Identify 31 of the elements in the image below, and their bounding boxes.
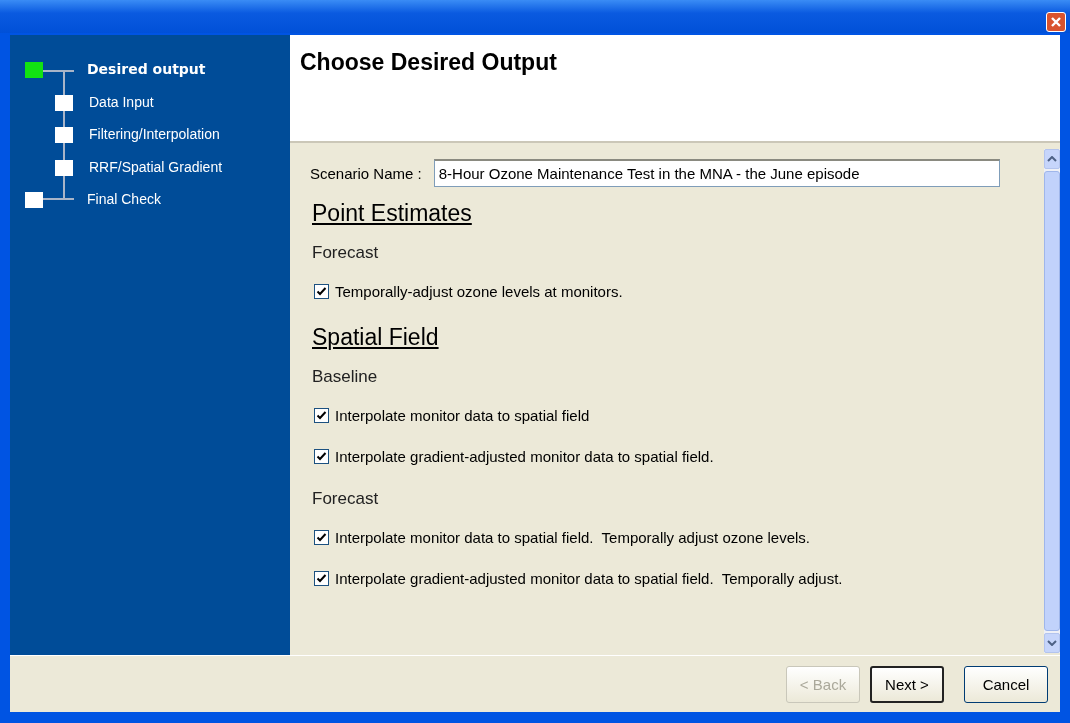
- wizard-button[interactable]: Cancel: [964, 665, 1048, 703]
- step-label: RRF/Spatial Gradient: [89, 158, 223, 175]
- group-label: Forecast: [312, 489, 380, 509]
- step-label: Desired output: [87, 61, 206, 77]
- checkbox-label: Interpolate monitor data to spatial field: [335, 407, 590, 424]
- checkbox-label: Temporally-adjust ozone levels at monitors.: [335, 283, 623, 300]
- checkbox-label: Interpolate monitor data to spatial field. Temporally adjust ozone levels.: [335, 529, 810, 546]
- close-icon: [1050, 15, 1062, 28]
- checkbox[interactable]: [314, 449, 329, 464]
- step-label: Data Input: [89, 93, 154, 110]
- checkbox[interactable]: [314, 571, 329, 586]
- checkbox[interactable]: [314, 408, 329, 423]
- chevron-up-icon: [1047, 156, 1057, 162]
- group-label: Baseline: [312, 367, 379, 387]
- scenario-name-field[interactable]: 8-Hour Ozone Maintenance Test in the MNA - the June episode: [433, 159, 1000, 187]
- field-label: Scenario Name :: [310, 164, 422, 182]
- checkbox-label: Interpolate gradient-adjusted monitor data to spatial field. Temporally adjust.: [335, 570, 843, 587]
- checkbox-label: Interpolate gradient-adjusted monitor data to spatial field.: [335, 448, 714, 465]
- wizard-button[interactable]: Next >: [870, 665, 944, 703]
- step-label: Final Check: [87, 191, 161, 207]
- checkbox[interactable]: [314, 530, 329, 545]
- step-label: Filtering/Interpolation: [89, 126, 220, 142]
- scroll-up-button[interactable]: [1044, 149, 1060, 169]
- section-heading: Spatial Field: [312, 324, 440, 351]
- page-title: Choose Desired Output: [300, 49, 558, 76]
- close-button[interactable]: [1046, 11, 1066, 32]
- chevron-down-icon: [1047, 640, 1057, 646]
- scroll-down-button[interactable]: [1044, 633, 1060, 653]
- section-heading: Point Estimates: [312, 200, 473, 227]
- checkbox[interactable]: [314, 284, 329, 299]
- group-label: Forecast: [312, 243, 380, 263]
